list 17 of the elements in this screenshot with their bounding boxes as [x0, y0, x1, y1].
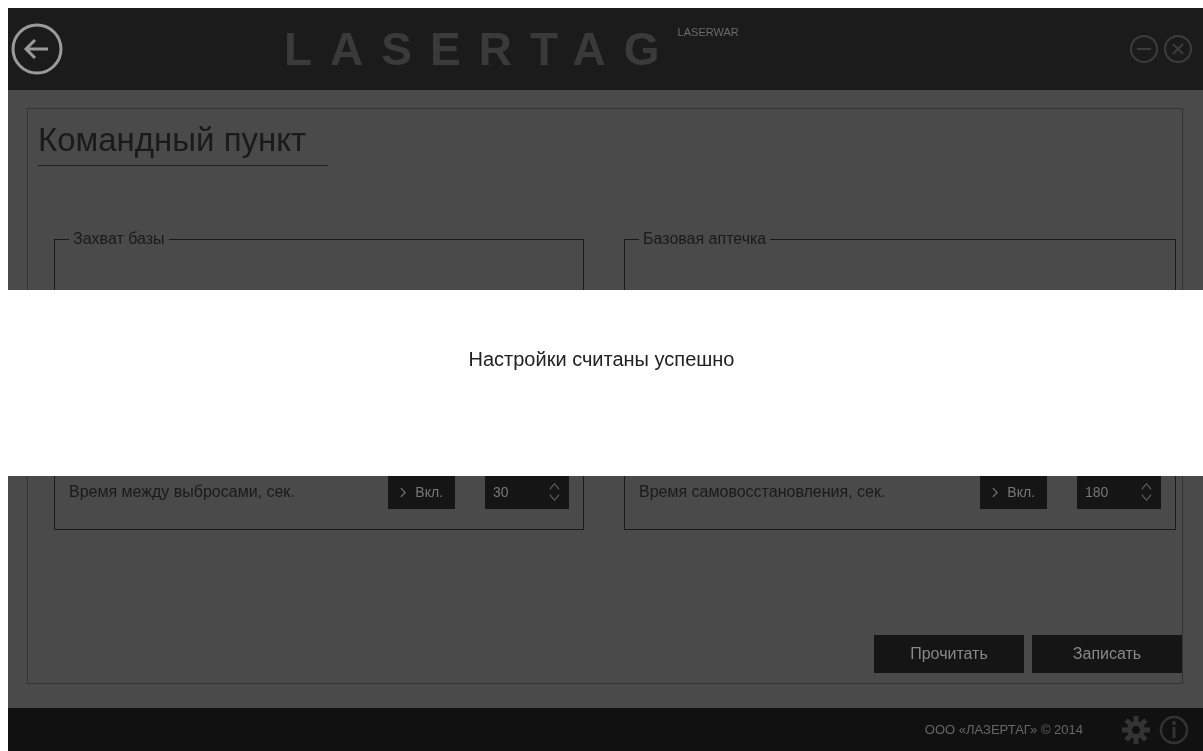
brand-text: LASERWAR: [677, 26, 739, 38]
chevron-icon: [992, 486, 1000, 498]
number-field[interactable]: 30: [485, 475, 569, 509]
copyright-text: ООО «ЛАЗЕРТАГ» © 2014: [924, 722, 1083, 737]
settings-icon[interactable]: [1121, 714, 1151, 745]
action-button[interactable]: Прочитать: [874, 635, 1024, 673]
toggle-button[interactable]: Вкл.: [388, 475, 455, 509]
chevron-icon: [400, 486, 408, 498]
info-icon[interactable]: [1159, 714, 1189, 745]
close-icon[interactable]: [1163, 34, 1193, 64]
number-field[interactable]: 180: [1077, 475, 1161, 509]
spinner-arrows-icon[interactable]: [548, 481, 561, 503]
notification-message: Настройки считаны успешно: [468, 348, 735, 371]
minimize-icon[interactable]: [1129, 34, 1159, 64]
action-button[interactable]: Записать: [1032, 635, 1182, 673]
spinner-arrows-icon[interactable]: [1140, 481, 1153, 503]
toggle-button[interactable]: Вкл.: [980, 475, 1047, 509]
